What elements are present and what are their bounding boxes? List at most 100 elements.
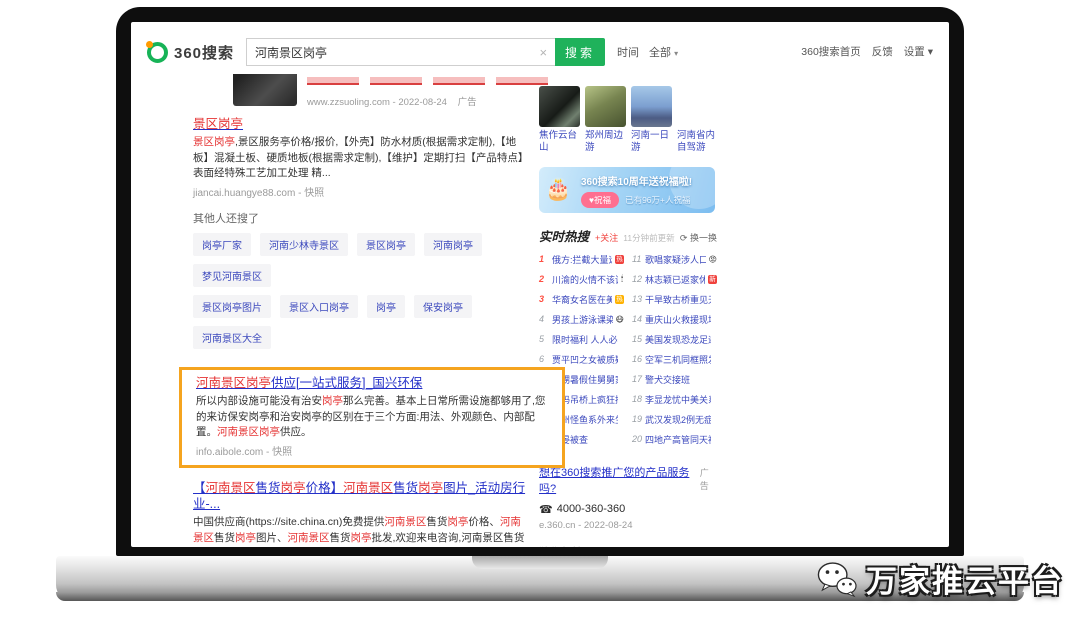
nav-feedback-link[interactable]: 反馈: [872, 44, 893, 59]
hot-rank: 1: [539, 254, 549, 264]
search-result: 【河南景区售货岗亭价格】河南景区售货岗亭图片_活动房行业-...中国供应商(ht…: [193, 480, 529, 547]
results-list: 河南景区岗亭供应[一站式服务]_国兴环保所以内部设施可能没有治安岗亭那么完善。基…: [193, 367, 529, 547]
clear-search-icon[interactable]: ×: [539, 45, 547, 60]
hot-rank: 12: [632, 274, 642, 284]
snapshot-link[interactable]: 快照: [304, 188, 324, 199]
image-caption: 郑州周边游: [585, 130, 626, 154]
image-result[interactable]: 郑州周边游: [585, 86, 626, 154]
laptop-base-notch: [472, 556, 608, 569]
snapshot-link[interactable]: 快照: [272, 447, 292, 458]
logo-360-search[interactable]: 360搜索: [147, 42, 234, 63]
hot-search-item[interactable]: 11歌唱家疑涉人口贩卖😡: [632, 253, 717, 266]
nav-home-link[interactable]: 360搜索首页: [801, 44, 861, 59]
related-search-pill[interactable]: 河南景区大全: [193, 326, 271, 349]
ad-thumbnail-image[interactable]: [233, 74, 297, 106]
hot-label: 重庆山火救援现场: [645, 313, 711, 326]
first-result-slot: 景区岗亭景区岗亭,景区服务亭价格/报价,【外壳】防水材质(根据需求定制),【地板…: [193, 116, 529, 199]
hot-rank: 2: [539, 274, 549, 284]
promotion-ad-block: 想在360搜索推广您的产品服务吗? 广告 ☎ 4000-360-360 e.36…: [539, 464, 717, 531]
related-search-pill[interactable]: 岗亭: [367, 295, 405, 318]
result-description: 景区岗亭,景区服务亭价格/报价,【外壳】防水材质(根据需求定制),【地板】混凝土…: [193, 135, 529, 182]
related-search-pill[interactable]: 岗亭厂家: [193, 233, 251, 256]
refresh-hot-button[interactable]: ⟳ 换一换: [680, 231, 717, 244]
logo-text: 360搜索: [174, 42, 234, 63]
laptop-mockup: 360搜索 河南景区岗亭 × 搜索 时间 全部 ▾: [0, 0, 1080, 628]
follow-button[interactable]: +关注: [595, 231, 618, 244]
result-title[interactable]: 景区岗亭: [193, 116, 243, 132]
watermark-text: 万家推云平台: [866, 556, 1064, 601]
hot-search-item[interactable]: 3华裔女名医在美遇害热: [539, 293, 624, 306]
result-url: info.aibole.com: [196, 447, 263, 458]
guess-title: 猜你想搜: [539, 544, 583, 547]
anniversary-banner[interactable]: 🎂 360搜索10周年送祝福啦! ♥祝福 已有96万+人祝福: [539, 167, 715, 213]
search-input[interactable]: 河南景区岗亭 ×: [246, 38, 555, 66]
search-result: 景区岗亭景区岗亭,景区服务亭价格/报价,【外壳】防水材质(根据需求定制),【地板…: [193, 116, 529, 199]
hot-search-item[interactable]: 5限时福利 人人必备: [539, 333, 624, 346]
hot-search-item[interactable]: 17警犬交接班: [632, 373, 717, 386]
filter-time[interactable]: 时间: [617, 44, 639, 60]
related-search-pill[interactable]: 河南岗亭: [424, 233, 482, 256]
image-thumbnail[interactable]: [631, 86, 672, 127]
hot-label: 男孩上游泳课染HPV: [552, 313, 613, 326]
hot-search-item[interactable]: 4男孩上游泳课染HPV😷: [539, 313, 624, 326]
search-header: 360搜索 河南景区岗亭 × 搜索 时间 全部 ▾: [131, 22, 949, 66]
promotion-link[interactable]: 想在360搜索推广您的产品服务吗?: [539, 464, 700, 496]
related-search-pill[interactable]: 梦见河南景区: [193, 264, 271, 287]
image-thumbnail[interactable]: [585, 86, 626, 127]
ad-sitelink[interactable]: [433, 77, 485, 85]
guess-you-search: 猜你想搜 ⟳ 1除湿设备2pr软件3岩棉板生产厂 金刚砂地坪环球网pr移动公司: [539, 544, 717, 547]
related-search-pill[interactable]: 景区岗亭图片: [193, 295, 271, 318]
hot-label: 林志颖已返家休养: [645, 273, 705, 286]
image-thumbnail[interactable]: [539, 86, 580, 127]
filter-scope[interactable]: 全部 ▾: [649, 44, 678, 60]
nav-settings-link[interactable]: 设置 ▾: [904, 44, 933, 59]
related-search-pill[interactable]: 景区岗亭: [357, 233, 415, 256]
result-description: 中国供应商(https://site.china.cn)免费提供河南景区售货岗亭…: [193, 515, 529, 547]
related-search-pill[interactable]: 保安岗亭: [414, 295, 472, 318]
hot-search-item[interactable]: 6贾平凹之女被质疑: [539, 353, 624, 366]
hot-search-item[interactable]: 13干旱致古桥重见天日: [632, 293, 717, 306]
result-title[interactable]: 【河南景区售货岗亭价格】河南景区售货岗亭图片_活动房行业-...: [193, 480, 529, 513]
image-result[interactable]: 河南省内自驾游: [677, 86, 718, 154]
chevron-down-icon: ▾: [674, 49, 678, 58]
hot-label: 限时福利 人人必备: [552, 333, 618, 346]
hot-search-item[interactable]: 12林志颖已返家休养新: [632, 273, 717, 286]
realtime-hot-search: 实时热搜 +关注 11分钟前更新 ⟳ 换一换 1俄方:拦截大量远程武器热 2川渝的…: [539, 226, 717, 453]
related-search-pill[interactable]: 河南少林寺景区: [260, 233, 348, 256]
image-result[interactable]: 河南一日游: [631, 86, 672, 154]
related-search-pill[interactable]: 景区入口岗亭: [280, 295, 358, 318]
ad-sitelink[interactable]: [307, 77, 359, 85]
hot-search-item[interactable]: 19武汉发现2例无症状: [632, 413, 717, 426]
hot-rank: 20: [632, 434, 642, 444]
refresh-guess-icon[interactable]: ⟳: [707, 545, 717, 547]
hot-label: 干旱致古桥重见天日: [645, 293, 711, 306]
banner-title: 360搜索10周年送祝福啦!: [581, 173, 715, 188]
result-description: 所以内部设施可能没有治安岗亭那么完善。基本上日常所需设施都够用了,您的来访保安岗…: [196, 394, 548, 441]
hot-rank: 13: [632, 294, 642, 304]
hot-badge-icon: 热: [615, 255, 624, 264]
hot-updated-time: 11分钟前更新: [623, 232, 674, 244]
related-searches-title: 其他人还搜了: [193, 210, 529, 226]
hot-search-item[interactable]: 20四地产高管同天被查: [632, 433, 717, 446]
hot-label: 四地产高管同天被查: [645, 433, 711, 446]
image-result[interactable]: 焦作云台山: [539, 86, 580, 154]
watermark: 万家推云平台: [816, 556, 1064, 601]
hot-search-item[interactable]: 18李显龙忧中美关系: [632, 393, 717, 406]
hot-search-item[interactable]: 15美国发现恐龙足迹: [632, 333, 717, 346]
hot-label: 美国发现恐龙足迹: [645, 333, 711, 346]
image-caption: 河南省内自驾游: [677, 130, 718, 154]
hot-search-item[interactable]: 1俄方:拦截大量远程武器热: [539, 253, 624, 266]
image-thumbnail[interactable]: [677, 86, 718, 127]
hot-search-title: 实时热搜: [539, 226, 589, 245]
sidebar-column: 焦作云台山郑州周边游河南一日游河南省内自驾游 🎂 360搜索10周年送祝福啦! …: [539, 74, 717, 547]
hot-search-item[interactable]: 2川渝的火情不该调侃🕯: [539, 273, 624, 286]
ad-sitelink[interactable]: [370, 77, 422, 85]
result-title[interactable]: 河南景区岗亭供应[一站式服务]_国兴环保: [196, 375, 422, 391]
ad-label: 广告: [458, 97, 477, 108]
hot-search-item[interactable]: 16空军三机同框照发布: [632, 353, 717, 366]
hot-label: 李显龙忧中美关系: [645, 393, 711, 406]
search-button[interactable]: 搜索: [555, 38, 605, 66]
search-filters: 时间 全部 ▾: [617, 44, 678, 60]
hot-search-item[interactable]: 14重庆山火救援现场: [632, 313, 717, 326]
bless-button[interactable]: ♥祝福: [581, 192, 619, 208]
